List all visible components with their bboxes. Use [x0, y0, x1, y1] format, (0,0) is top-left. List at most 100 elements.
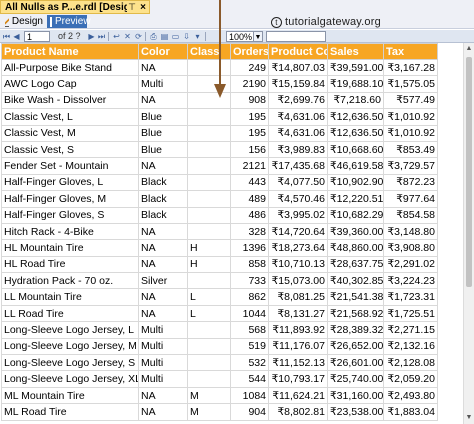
document-tab[interactable]: All Nulls as P...e.rdl [Design] ⊤ ×: [0, 0, 150, 14]
table-cell: NA: [138, 222, 188, 241]
table-cell: ₹12,636.50: [327, 108, 384, 126]
table-row: Hitch Rack - 4-Bike NA 328 ₹14,720.64 ₹39,36…: [1, 222, 438, 241]
column-header: Sales: [327, 43, 384, 60]
table-row: Classic Vest, M Blue 195 ₹4,631.06 ₹12,636.5…: [1, 124, 438, 142]
first-page-icon[interactable]: ⏮: [2, 32, 11, 41]
table-cell: NA: [138, 157, 188, 175]
table-cell: 904: [230, 403, 269, 421]
table-row: ML Mountain Tire NA M 1084 ₹11,624.21 ₹31,160…: [1, 386, 438, 405]
refresh-icon[interactable]: ⟳: [134, 32, 143, 41]
tab-design[interactable]: Design: [2, 15, 46, 28]
table-cell: ₹10,793.17: [268, 370, 328, 388]
table-cell: AWC Logo Cap: [1, 75, 139, 93]
table-cell: LL Mountain Tire: [1, 288, 139, 306]
previous-page-icon[interactable]: ◀: [12, 32, 21, 41]
table-cell: NA: [138, 91, 188, 110]
table-cell: ₹11,893.92: [268, 321, 328, 339]
table-cell: ₹11,176.07: [268, 337, 328, 356]
table-cell: M: [187, 386, 231, 405]
back-icon[interactable]: ↩: [112, 32, 121, 41]
page-number-input[interactable]: [24, 31, 50, 42]
tab-preview-label: Preview: [55, 16, 91, 27]
table-cell: ₹28,389.32: [327, 321, 384, 339]
table-cell: 195: [230, 124, 269, 142]
table-cell: ₹1,883.04: [383, 403, 438, 421]
table-cell: [187, 190, 231, 208]
watermark-logo-icon: t: [271, 16, 282, 28]
table-row: Classic Vest, L Blue 195 ₹4,631.06 ₹12,636.5…: [1, 108, 438, 126]
table-cell: ₹15,073.00: [268, 272, 328, 290]
tab-preview[interactable]: Preview: [47, 15, 91, 28]
table-cell: 195: [230, 108, 269, 126]
last-page-icon[interactable]: ⏭: [97, 32, 106, 41]
table-row: Hydration Pack - 70 oz. Silver 733 ₹15,073.…: [1, 272, 438, 290]
table-cell: Blue: [138, 108, 188, 126]
table-row: AWC Logo Cap Multi 2190 ₹15,159.84 ₹19,688.1…: [1, 75, 438, 93]
print-icon[interactable]: ⎙: [149, 32, 158, 41]
table-row: Half-Finger Gloves, L Black 443 ₹4,077.50 ₹1…: [1, 173, 438, 192]
scrollbar-thumb[interactable]: [466, 57, 472, 287]
table-cell: ML Road Tire: [1, 403, 139, 421]
vertical-scrollbar[interactable]: ▲ ▼: [463, 43, 474, 424]
table-cell: Silver: [138, 272, 188, 290]
table-row: Long-Sleeve Logo Jersey, S Multi 532 ₹11,15…: [1, 354, 438, 372]
table-cell: ₹10,668.60: [327, 140, 384, 159]
watermark-text: tutorialgateway.org: [285, 16, 381, 28]
tab-design-label: Design: [11, 16, 43, 27]
table-cell: Classic Vest, S: [1, 140, 139, 159]
table-cell: ₹2,128.08: [383, 354, 438, 372]
stop-icon[interactable]: ✕: [123, 32, 132, 41]
report-table: Product NameColorClassOrdersProduct Cost…: [1, 43, 438, 421]
zoom-dropdown-icon[interactable]: ▼: [254, 31, 263, 42]
table-cell: ₹2,291.02: [383, 255, 438, 274]
table-cell: ₹21,541.38: [327, 288, 384, 306]
table-cell: Fender Set - Mountain: [1, 157, 139, 175]
table-cell: 489: [230, 190, 269, 208]
zoom-select[interactable]: [226, 31, 254, 42]
table-row: All-Purpose Bike Stand NA 249 ₹14,807.03 ₹39…: [1, 58, 438, 77]
page-setup-icon[interactable]: ▭: [171, 32, 180, 41]
table-cell: NA: [138, 304, 188, 323]
table-cell: ₹14,807.03: [268, 58, 328, 77]
table-cell: ₹10,710.13: [268, 255, 328, 274]
table-cell: [187, 272, 231, 290]
table-cell: ₹1,575.05: [383, 75, 438, 93]
export-dropdown-icon[interactable]: ▾: [193, 32, 202, 41]
table-cell: ₹2,271.15: [383, 321, 438, 339]
column-header: Product Name: [1, 43, 139, 60]
table-cell: NA: [138, 58, 188, 77]
table-cell: ₹28,637.75: [327, 255, 384, 274]
table-cell: ₹31,160.00: [327, 386, 384, 405]
table-cell: Black: [138, 173, 188, 192]
table-cell: Multi: [138, 321, 188, 339]
table-row: Long-Sleeve Logo Jersey, L Multi 568 ₹11,89…: [1, 321, 438, 339]
table-cell: Multi: [138, 370, 188, 388]
table-cell: ₹3,995.02: [268, 206, 328, 224]
table-cell: [187, 222, 231, 241]
close-icon[interactable]: ×: [137, 2, 149, 13]
table-cell: ₹3,167.28: [383, 58, 438, 77]
table-cell: Hydration Pack - 70 oz.: [1, 272, 139, 290]
table-cell: NA: [138, 255, 188, 274]
table-cell: [187, 58, 231, 77]
next-page-icon[interactable]: ▶: [87, 32, 96, 41]
table-cell: ₹3,908.80: [383, 239, 438, 257]
table-cell: [187, 173, 231, 192]
table-cell: ₹12,636.50: [327, 124, 384, 142]
table-cell: ₹26,601.00: [327, 354, 384, 372]
table-cell: 443: [230, 173, 269, 192]
export-icon[interactable]: ⇩: [182, 32, 191, 41]
table-row: LL Road Tire NA L 1044 ₹8,131.27 ₹21,568.92 ₹1…: [1, 304, 438, 323]
table-cell: ₹39,360.00: [327, 222, 384, 241]
table-cell: ₹3,224.23: [383, 272, 438, 290]
table-cell: M: [187, 403, 231, 421]
scroll-up-icon[interactable]: ▲: [464, 44, 474, 54]
table-cell: ₹8,802.81: [268, 403, 328, 421]
pin-icon[interactable]: ⊤: [127, 2, 137, 13]
print-layout-icon[interactable]: ▤: [160, 32, 169, 41]
find-input[interactable]: [266, 31, 326, 42]
document-tab-title: All Nulls as P...e.rdl [Design]: [5, 1, 127, 13]
scroll-down-icon[interactable]: ▼: [464, 413, 474, 423]
table-cell: 858: [230, 255, 269, 274]
table-cell: ₹3,729.57: [383, 157, 438, 175]
